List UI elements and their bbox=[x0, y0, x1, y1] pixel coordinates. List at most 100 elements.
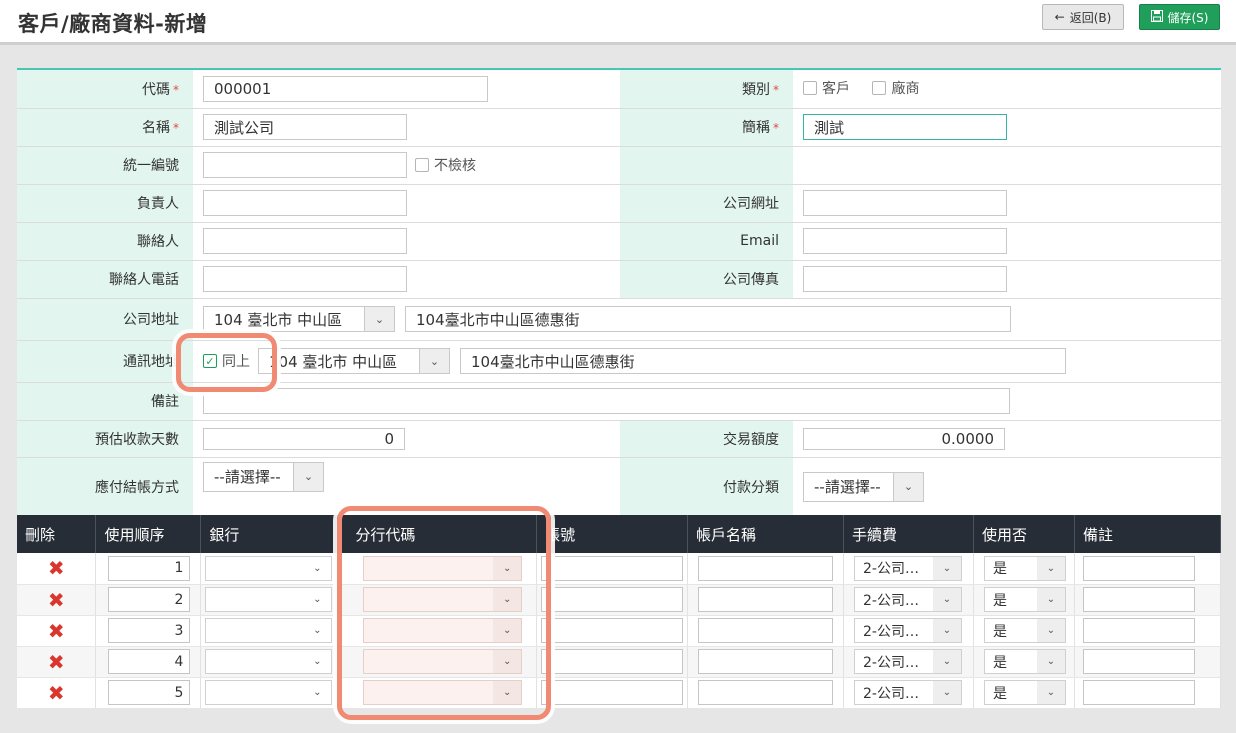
order-input[interactable]: 3 bbox=[108, 618, 191, 643]
back-button[interactable]: ← 返回(B) bbox=[1042, 4, 1124, 30]
est-days-input[interactable]: 0 bbox=[203, 427, 405, 450]
chevron-down-icon: ⌄ bbox=[493, 650, 522, 673]
fax-input[interactable] bbox=[803, 266, 1007, 292]
row-remark-input[interactable] bbox=[1082, 649, 1195, 674]
x-icon: ✖ bbox=[47, 556, 65, 581]
fee-select[interactable]: 2-公司… ⌄ bbox=[854, 649, 962, 674]
chevron-down-icon: ⌄ bbox=[303, 556, 332, 580]
fee-select[interactable]: 2-公司… ⌄ bbox=[854, 587, 962, 612]
bank-select[interactable]: ⌄ bbox=[205, 555, 333, 581]
tax-id-input[interactable] bbox=[203, 152, 407, 178]
account-name-input[interactable] bbox=[698, 680, 834, 705]
floppy-disk-icon bbox=[1150, 9, 1163, 25]
account-no-input[interactable] bbox=[541, 618, 684, 643]
category-label: 類別 * bbox=[620, 70, 793, 109]
col-active: 使用否 bbox=[973, 515, 1075, 553]
same-as-above-checkbox[interactable]: ✓ 同上 bbox=[203, 351, 250, 371]
delete-row-button[interactable]: ✖ bbox=[17, 584, 97, 616]
bank-select[interactable]: ⌄ bbox=[205, 680, 333, 705]
contact-phone-input[interactable] bbox=[203, 266, 407, 292]
active-select[interactable]: 是 ⌄ bbox=[983, 649, 1066, 674]
branch-code-select[interactable]: ⌄ bbox=[363, 680, 523, 705]
row-remark-input[interactable] bbox=[1082, 587, 1195, 612]
chevron-down-icon: ⌄ bbox=[364, 307, 394, 331]
email-label: Email bbox=[620, 222, 793, 261]
delete-row-button[interactable]: ✖ bbox=[17, 646, 97, 678]
order-input[interactable]: 4 bbox=[108, 649, 191, 674]
contact-phone-label: 聯絡人電話 bbox=[17, 260, 193, 299]
remark-input[interactable] bbox=[203, 388, 1010, 414]
chevron-down-icon: ⌄ bbox=[1036, 650, 1065, 673]
owner-input[interactable] bbox=[203, 190, 407, 216]
settlement-select[interactable]: --請選擇-- ⌄ bbox=[203, 461, 324, 492]
order-input[interactable]: 5 bbox=[108, 680, 191, 705]
company-zip-select[interactable]: 104 臺北市 中山區 ⌄ bbox=[203, 306, 395, 332]
branch-code-select[interactable]: ⌄ bbox=[363, 555, 523, 581]
delete-row-button[interactable]: ✖ bbox=[17, 677, 97, 709]
code-input[interactable]: 000001 bbox=[203, 75, 488, 102]
payment-type-select[interactable]: --請選擇-- ⌄ bbox=[803, 471, 924, 502]
active-select[interactable]: 是 ⌄ bbox=[983, 587, 1066, 612]
website-input[interactable] bbox=[803, 190, 1007, 216]
credit-limit-input[interactable]: 0.0000 bbox=[803, 427, 1005, 450]
row-remark-input[interactable] bbox=[1082, 555, 1195, 581]
chevron-down-icon: ⌄ bbox=[933, 650, 961, 673]
active-select[interactable]: 是 ⌄ bbox=[983, 555, 1066, 581]
account-no-input[interactable] bbox=[541, 587, 684, 612]
account-name-input[interactable] bbox=[698, 618, 834, 643]
company-street-input[interactable]: 104臺北市中山區德惠街 bbox=[405, 306, 1011, 332]
chevron-down-icon: ⌄ bbox=[293, 462, 323, 491]
email-input[interactable] bbox=[803, 228, 1007, 254]
order-input[interactable]: 2 bbox=[108, 587, 191, 612]
chevron-down-icon: ⌄ bbox=[419, 349, 449, 373]
order-input[interactable]: 1 bbox=[108, 555, 191, 581]
category-customer-checkbox[interactable]: 客戶 bbox=[803, 78, 850, 98]
account-name-input[interactable] bbox=[698, 649, 834, 674]
col-branch-code: 分行代碼 bbox=[336, 515, 538, 553]
row-remark-input[interactable] bbox=[1082, 618, 1195, 643]
bank-select[interactable]: ⌄ bbox=[205, 618, 333, 643]
mailing-zip-select[interactable]: 104 臺北市 中山區 ⌄ bbox=[258, 348, 450, 374]
chevron-down-icon: ⌄ bbox=[493, 556, 522, 580]
contact-input[interactable] bbox=[203, 228, 407, 254]
branch-code-select[interactable]: ⌄ bbox=[363, 649, 523, 674]
account-name-input[interactable] bbox=[698, 587, 834, 612]
fee-select[interactable]: 2-公司… ⌄ bbox=[854, 618, 962, 643]
payment-type-label: 付款分類 bbox=[620, 457, 793, 517]
code-label: 代碼 * bbox=[17, 70, 193, 109]
active-select[interactable]: 是 ⌄ bbox=[983, 680, 1066, 705]
account-no-input[interactable] bbox=[541, 649, 684, 674]
mailing-street-input[interactable]: 104臺北市中山區德惠街 bbox=[460, 348, 1066, 374]
chevron-down-icon: ⌄ bbox=[1036, 588, 1065, 611]
remark-label: 備註 bbox=[17, 382, 193, 421]
account-name-input[interactable] bbox=[698, 555, 834, 581]
chevron-down-icon: ⌄ bbox=[1036, 681, 1065, 704]
no-check-checkbox[interactable]: 不檢核 bbox=[415, 155, 476, 175]
save-button[interactable]: 儲存(S) bbox=[1139, 4, 1220, 30]
bank-select[interactable]: ⌄ bbox=[205, 587, 333, 612]
table-row: ✖ 1 ⌄ ⌄ 2-公司… ⌄ 是 ⌄ bbox=[17, 553, 1222, 585]
category-vendor-checkbox[interactable]: 廠商 bbox=[872, 78, 919, 98]
delete-row-button[interactable]: ✖ bbox=[17, 553, 97, 585]
account-no-input[interactable] bbox=[541, 680, 684, 705]
fee-select[interactable]: 2-公司… ⌄ bbox=[854, 555, 962, 581]
row-remark-input[interactable] bbox=[1082, 680, 1195, 705]
account-no-input[interactable] bbox=[541, 555, 684, 581]
chevron-down-icon: ⌄ bbox=[933, 681, 961, 704]
branch-code-select[interactable]: ⌄ bbox=[363, 618, 523, 643]
name-input[interactable]: 測試公司 bbox=[203, 114, 407, 140]
company-address-label: 公司地址 bbox=[17, 298, 193, 341]
fee-select[interactable]: 2-公司… ⌄ bbox=[854, 680, 962, 705]
chevron-down-icon: ⌄ bbox=[303, 650, 332, 673]
short-name-input[interactable]: 測試 bbox=[803, 114, 1007, 140]
chevron-down-icon: ⌄ bbox=[303, 588, 332, 611]
delete-row-button[interactable]: ✖ bbox=[17, 615, 97, 647]
credit-limit-label: 交易額度 bbox=[620, 420, 793, 458]
branch-code-select[interactable]: ⌄ bbox=[363, 587, 523, 612]
fax-label: 公司傳真 bbox=[620, 260, 793, 299]
chevron-down-icon: ⌄ bbox=[493, 588, 522, 611]
page-title: 客戶/廠商資料-新增 bbox=[18, 12, 208, 36]
checkbox-box bbox=[872, 81, 887, 96]
bank-select[interactable]: ⌄ bbox=[205, 649, 333, 674]
active-select[interactable]: 是 ⌄ bbox=[983, 618, 1066, 643]
